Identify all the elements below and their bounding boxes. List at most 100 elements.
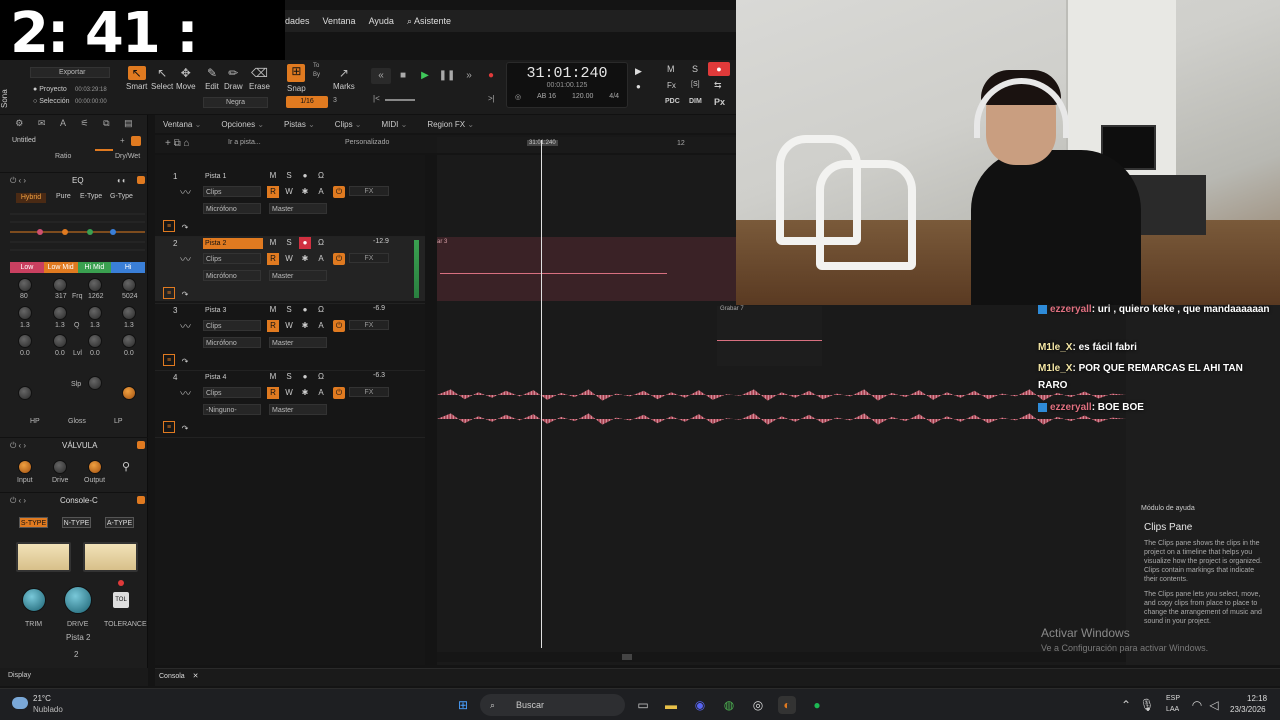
arrange-view[interactable] bbox=[437, 155, 736, 665]
filter-lp[interactable]: LP bbox=[114, 418, 123, 425]
weather-icon[interactable] bbox=[12, 697, 28, 709]
discord-icon[interactable]: ◉ bbox=[691, 696, 709, 714]
track-freeze-icon[interactable]: ✱ bbox=[299, 320, 311, 332]
track-freeze-icon[interactable]: ✱ bbox=[299, 186, 311, 198]
console-drive-knob[interactable] bbox=[64, 586, 92, 614]
track-monitor-icon[interactable]: Ω bbox=[315, 304, 327, 316]
valvula-input-knob[interactable] bbox=[18, 460, 32, 474]
taskbar-search[interactable]: ⌕ Buscar bbox=[480, 694, 625, 716]
track-output-dropdown[interactable]: Master bbox=[269, 270, 327, 281]
file-explorer-icon[interactable]: ▬ bbox=[662, 696, 680, 714]
eq-freq-knob-2[interactable] bbox=[53, 278, 67, 292]
track-clips-dropdown[interactable]: Clips bbox=[203, 186, 261, 197]
dot-icon[interactable]: ● bbox=[636, 82, 641, 91]
track-mute-button[interactable]: M bbox=[267, 237, 279, 249]
track-monitor-icon[interactable]: Ω bbox=[315, 237, 327, 249]
track-volume[interactable]: -6.3 bbox=[373, 372, 385, 379]
scroll-thumb[interactable] bbox=[622, 654, 632, 660]
track-fx-power-icon[interactable]: ⏻ bbox=[333, 320, 345, 332]
track-arm-icon[interactable]: ● bbox=[299, 304, 311, 316]
track-expand-icon[interactable]: ↷ bbox=[179, 423, 191, 435]
eq-mode-gtype[interactable]: G-Type bbox=[110, 193, 133, 200]
task-view-icon[interactable]: ▭ bbox=[634, 696, 652, 714]
filter-gloss[interactable]: Gloss bbox=[68, 418, 86, 425]
track-solo-button[interactable]: S bbox=[283, 237, 295, 249]
track-name[interactable]: Pista 1 bbox=[203, 171, 263, 182]
menu-item-ventana[interactable]: Ventana bbox=[323, 16, 356, 26]
valvula-drive-knob[interactable] bbox=[53, 460, 67, 474]
close-icon[interactable]: ✕ bbox=[193, 673, 199, 680]
eq-q-knob-3[interactable] bbox=[88, 306, 102, 320]
record-button[interactable]: ● bbox=[481, 68, 501, 84]
weather-temp[interactable]: 21°C bbox=[33, 694, 51, 703]
pause-button[interactable]: ❚❚ bbox=[437, 68, 457, 84]
preset-dropdown[interactable]: Personalizado bbox=[345, 139, 389, 146]
weather-desc[interactable]: Nublado bbox=[33, 705, 63, 714]
filter-hp[interactable]: HP bbox=[30, 418, 40, 425]
horizontal-scrollbar[interactable] bbox=[437, 652, 1126, 662]
band-hi[interactable]: Hi bbox=[111, 262, 145, 273]
track-solo-button[interactable]: S bbox=[283, 170, 295, 182]
clock-time[interactable]: 12:18 bbox=[1247, 694, 1267, 703]
menu-item-ayuda[interactable]: Ayuda bbox=[369, 16, 394, 26]
export-button[interactable]: Exportar bbox=[30, 67, 110, 78]
arrange-menu-pistas[interactable]: Pistas bbox=[284, 120, 315, 129]
track-input-dropdown[interactable]: Micrófono bbox=[203, 337, 261, 348]
track-volume[interactable]: -12.9 bbox=[373, 238, 389, 245]
track-read-button[interactable]: R bbox=[267, 320, 279, 332]
daw-app-icon[interactable]: ◐ bbox=[778, 696, 796, 714]
pdc-toggle[interactable]: PDC bbox=[665, 98, 680, 105]
loop-start-icon[interactable]: |< bbox=[373, 94, 380, 103]
inspector-tab-icon-4[interactable]: ⚟ bbox=[81, 118, 89, 131]
track-name[interactable]: Pista 3 bbox=[203, 305, 263, 316]
track-output-dropdown[interactable]: Master bbox=[269, 203, 327, 214]
track-write-button[interactable]: W bbox=[283, 387, 295, 399]
track-freeze-icon[interactable]: ✱ bbox=[299, 387, 311, 399]
track-monitor-icon[interactable]: Ω bbox=[315, 170, 327, 182]
time-display[interactable]: 31:01:240 00:01:00.125 ◎ AB 16 120.00 4/… bbox=[506, 62, 628, 108]
position-slider[interactable] bbox=[385, 99, 415, 101]
track-input-dropdown[interactable]: Micrófono bbox=[203, 270, 261, 281]
metronome-icon[interactable]: ◎ bbox=[515, 93, 521, 101]
console-atype[interactable]: A-TYPE bbox=[105, 517, 134, 528]
track-expand-icon[interactable]: ↷ bbox=[179, 356, 191, 368]
marks-button[interactable]: ↗ Marks bbox=[333, 66, 355, 91]
track-input-dropdown[interactable]: Micrófono bbox=[203, 203, 261, 214]
track-read-button[interactable]: R bbox=[267, 387, 279, 399]
tool-move[interactable]: ✥ Move bbox=[176, 66, 196, 91]
eq-lvl-knob-3[interactable] bbox=[88, 334, 102, 348]
console-tol-button[interactable]: TOL bbox=[113, 592, 129, 608]
track-mute-button[interactable]: M bbox=[267, 170, 279, 182]
track-fx-slot[interactable]: FX bbox=[349, 320, 389, 330]
track-arm-icon[interactable]: ● bbox=[299, 371, 311, 383]
play-button[interactable]: ▶ bbox=[415, 68, 435, 84]
stop-button[interactable]: ■ bbox=[393, 68, 413, 84]
console-tab[interactable]: Consola ✕ bbox=[159, 672, 199, 680]
track-read-button[interactable]: R bbox=[267, 186, 279, 198]
arrange-menu-midi[interactable]: MIDI bbox=[382, 120, 408, 129]
tool-smart[interactable]: ↖ Smart bbox=[126, 66, 147, 91]
add-icon[interactable]: + bbox=[120, 136, 125, 145]
track-monitor-icon[interactable]: Ω bbox=[315, 371, 327, 383]
track-expand-icon[interactable]: ↷ bbox=[179, 289, 191, 301]
valvula-output-knob[interactable] bbox=[88, 460, 102, 474]
fx-toggle[interactable]: Fx bbox=[667, 81, 676, 90]
band-low-mid[interactable]: Low Mid bbox=[43, 262, 78, 273]
lp-slope-knob[interactable] bbox=[122, 386, 136, 400]
arrange-menu-opciones[interactable]: Opciones bbox=[221, 120, 264, 129]
menu-item-dades[interactable]: dades bbox=[285, 16, 310, 26]
eq-curve-graph[interactable] bbox=[10, 206, 145, 258]
track-write-button[interactable]: W bbox=[283, 186, 295, 198]
track-arm-icon[interactable]: ● bbox=[299, 237, 311, 249]
arrange-menu-regionfx[interactable]: Region FX bbox=[427, 120, 474, 129]
track-freeze-icon[interactable]: ✱ bbox=[299, 253, 311, 265]
console-trim-knob[interactable] bbox=[22, 588, 46, 612]
track-row[interactable]: 2 Pista 2 〰 Clips Micrófono Master M S ● Ω R W ✱ A ⏻ FX… bbox=[163, 237, 425, 301]
valvula-power-icon[interactable]: ⏻ ‹ › bbox=[10, 441, 26, 451]
px-toggle[interactable]: Px bbox=[714, 97, 725, 107]
arrange-menu-clips[interactable]: Clips bbox=[335, 120, 362, 129]
chrome-icon[interactable]: ◍ bbox=[720, 696, 738, 714]
console-power-icon[interactable]: ⏻ ‹ › bbox=[10, 496, 26, 506]
eq-lvl-knob-2[interactable] bbox=[53, 334, 67, 348]
project-name[interactable]: Untitled bbox=[12, 137, 112, 147]
